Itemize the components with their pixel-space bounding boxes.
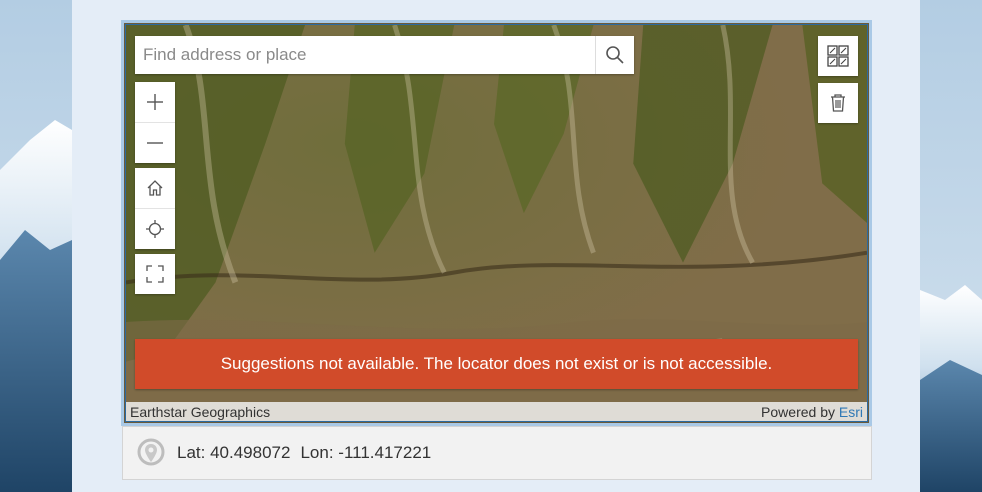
fullscreen-button[interactable] — [135, 254, 175, 294]
delete-group — [818, 83, 858, 123]
attribution-text: Earthstar Geographics — [130, 403, 271, 420]
zoom-in-button[interactable] — [135, 82, 175, 122]
search-widget — [135, 36, 634, 74]
attribution-bar: Earthstar Geographics Powered by Esri — [126, 402, 867, 421]
map-view[interactable]: Suggestions not available. The locator d… — [121, 20, 872, 426]
plus-icon — [147, 94, 163, 110]
search-icon — [606, 46, 624, 64]
home-locate-group — [135, 168, 175, 249]
expand-icon — [146, 265, 164, 283]
map-canvas[interactable]: Suggestions not available. The locator d… — [125, 24, 868, 422]
search-button[interactable] — [595, 36, 634, 74]
search-input[interactable] — [135, 36, 595, 74]
basemap-gallery-button[interactable] — [818, 36, 858, 76]
fullscreen-group — [135, 254, 175, 294]
esri-link[interactable]: Esri — [839, 404, 863, 420]
basemap-gallery-icon — [827, 45, 849, 67]
basemap-gallery-group — [818, 36, 858, 76]
minus-icon — [147, 142, 163, 144]
powered-by-prefix: Powered by — [761, 403, 835, 420]
error-message: Suggestions not available. The locator d… — [135, 339, 858, 389]
lon-value: -111.417221 — [338, 443, 432, 462]
powered-by: Powered by Esri — [761, 404, 863, 420]
trash-icon — [831, 94, 845, 112]
delete-button[interactable] — [818, 83, 858, 123]
home-button[interactable] — [135, 168, 175, 208]
home-icon — [147, 180, 163, 196]
coordinates-bar: Lat: 40.498072 Lon: -111.417221 — [122, 426, 872, 480]
zoom-control — [135, 82, 175, 163]
location-pin-icon — [137, 438, 165, 466]
content-panel: Suggestions not available. The locator d… — [72, 0, 920, 492]
lat-value: 40.498072 — [210, 443, 291, 462]
locate-button[interactable] — [135, 208, 175, 249]
lat-label: Lat: — [177, 443, 206, 462]
lon-label: Lon: — [300, 443, 334, 462]
zoom-out-button[interactable] — [135, 122, 175, 163]
crosshair-icon — [146, 220, 164, 238]
